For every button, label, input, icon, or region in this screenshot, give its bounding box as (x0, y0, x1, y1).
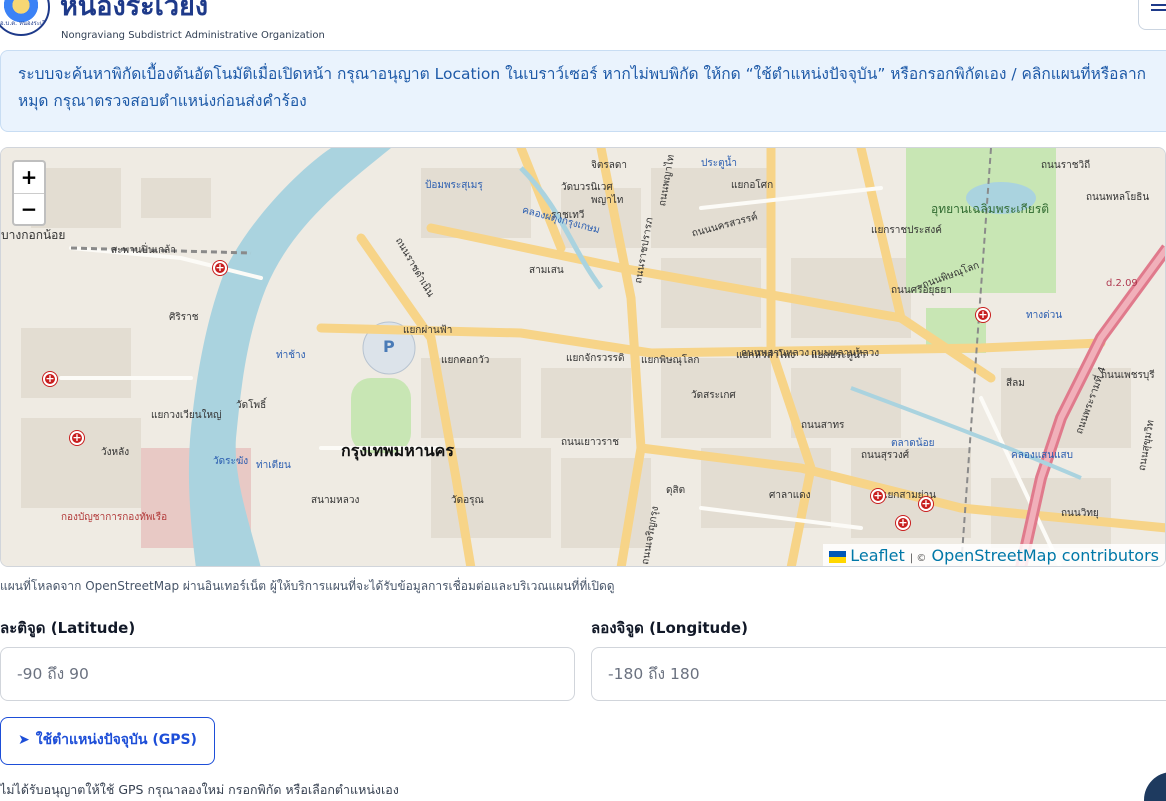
map-label-wongwianyai: แยกวงเวียนใหญ่ (151, 410, 222, 421)
map-label-ratchawithi: ถนนราชวิถี (1041, 160, 1091, 171)
zoom-out-button[interactable]: − (14, 193, 44, 224)
map-label-chit-lada: จิตรลดา (591, 160, 627, 171)
map-label-sanam-luang: สนามหลวง (311, 495, 360, 506)
map-label-khlong-saen-saep: คลองแสนแสบ (1011, 450, 1073, 461)
location-info-text: ระบบจะค้นหาพิกัดเบื้องต้นอัตโนมัติเมื่อเ… (18, 65, 1147, 110)
latitude-label: ละติจูด (Latitude) (0, 619, 136, 637)
hospital-icon[interactable]: + (871, 489, 885, 503)
map-label-bangkok-noi: บางกอกน้อย (1, 228, 66, 242)
map-label-yaek-asok: แยกอโศก (731, 180, 774, 191)
longitude-input[interactable] (591, 647, 1166, 701)
osm-link[interactable]: OpenStreetMap contributors (932, 546, 1160, 565)
latitude-input[interactable] (0, 647, 575, 701)
map-label-wireless: ถนนวิทยุ (1061, 508, 1099, 519)
map-label-sala-daeng: ศาลาแดง (769, 490, 811, 501)
map-label-d2-09: d.2.09 (1106, 278, 1138, 289)
gps-error-message: ไม่ได้รับอนุญาตให้ใช้ GPS กรุณาลองใหม่ ก… (0, 782, 399, 797)
location-arrow-icon: ➤ (18, 732, 30, 748)
map-label-ratchaprasong: แยกราชประสงค์ (871, 225, 942, 236)
map-label-sathorn: ถนนสาทร (801, 420, 845, 431)
map-label-phahonyothin: ถนนพหลโยธิน (1086, 192, 1150, 203)
map-label-pom-phra-sumen: ป้อมพระสุเมรุ (425, 180, 483, 191)
map-label-yaek-chakkrawat: แยกจักรวรรดิ (566, 353, 625, 364)
map-label-wang-lang: วังหลัง (101, 447, 130, 458)
org-logo[interactable]: อ.บ.ต. หนองระเวียง (0, 0, 50, 36)
map-label-lan-luang: ถนนหลานหลวง (811, 348, 880, 359)
map-label-tha-chang: ท่าช้าง (276, 350, 306, 361)
map-label-phaya-thai-area: พญาไท (591, 195, 624, 206)
location-info-alert: ระบบจะค้นหาพิกัดเบื้องต้นอัตโนมัติเมื่อเ… (0, 50, 1166, 132)
map-label-wat-saket: วัดสระเกศ (691, 390, 736, 401)
map-label-yaek-khok-wua: แยกคอกวัว (441, 355, 490, 366)
parking-icon: P (383, 337, 395, 356)
location-map[interactable]: กรุงเทพมหานคร P แยกผ่านฟ้า วัดสระเกศ แยก… (0, 147, 1166, 567)
hamburger-icon (1151, 4, 1166, 6)
use-gps-label: ใช้ตำแหน่งปัจจุบัน (GPS) (35, 732, 197, 748)
map-label-pratunam: ประตูน้ำ (701, 158, 738, 169)
hospital-icon[interactable]: + (919, 497, 933, 511)
hospital-icon[interactable]: + (896, 516, 910, 530)
hospital-icon[interactable]: + (976, 308, 990, 322)
menu-toggle-button[interactable] (1138, 0, 1166, 30)
org-subtitle: Nongraviang Subdistrict Administrative O… (61, 30, 325, 41)
map-label-wat-pho: วัดโพธิ์ (236, 400, 267, 411)
logo-text: อ.บ.ต. หนองระเวียง (0, 20, 50, 27)
map-label-bangkok: กรุงเทพมหานคร (341, 441, 454, 460)
map-label-tha-tian: ท่าเตียน (256, 460, 291, 471)
org-name[interactable]: หนองระเวียง (60, 0, 208, 24)
map-attribution: Leaflet | © OpenStreetMap contributors (823, 544, 1165, 566)
map-label-wat-bowon: วัดบวรนิเวศ (561, 182, 613, 193)
hospital-icon[interactable]: + (70, 431, 84, 445)
hamburger-icon (1151, 9, 1166, 11)
map-label-phetchaburi: ถนนเพชรบุรี (1101, 370, 1155, 381)
hospital-icon[interactable]: + (213, 261, 227, 275)
map-label-park: อุทยานเฉลิมพระเกียรติ (931, 202, 1050, 216)
floating-action-button[interactable] (1144, 772, 1166, 801)
ukraine-flag-icon (829, 550, 847, 563)
map-label-dusit: ดุสิต (666, 485, 686, 496)
map-label-yaowarat: ถนนเยาวราช (561, 437, 620, 448)
map-label-surawong: ถนนสุรวงศ์ (861, 450, 910, 461)
leaflet-link[interactable]: Leaflet (850, 546, 904, 565)
longitude-label: ลองจิจูด (Longitude) (591, 619, 748, 637)
hospital-icon[interactable]: + (43, 372, 57, 386)
map-label-yaek-phan-fa: แยกผ่านฟ้า (403, 325, 453, 336)
map-label-silom: สีลม (1006, 378, 1025, 389)
map-label-navy-hq: กองบัญชาการกองทัพเรือ (61, 512, 168, 523)
map-label-wat-rakhang: วัดระฆัง (213, 456, 249, 467)
map-label-lan-luang-2: ถนนหลานหลวง (741, 348, 810, 359)
map-label-wat-arun: วัดอรุณ (451, 495, 484, 506)
site-header: อ.บ.ต. หนองระเวียง หนองระเวียง Nongravia… (0, 0, 1166, 56)
attribution-separator: | © (909, 553, 927, 564)
use-gps-button[interactable]: ➤ ใช้ตำแหน่งปัจจุบัน (GPS) (0, 717, 215, 765)
zoom-in-button[interactable]: + (14, 162, 44, 193)
map-label-yaek-phitsanulok: แยกพิษณุโลก (641, 355, 700, 366)
zoom-control: + − (12, 160, 46, 226)
map-caption: แผนที่โหลดจาก OpenStreetMap ผ่านอินเทอร์… (0, 579, 615, 593)
map-label-samsen: สามเสน (529, 265, 564, 276)
map-label-siriraj: ศิริราช (169, 312, 199, 323)
map-label-pin-klao: สะพานปิ่นเกล้า (111, 245, 176, 256)
map-label-expressway: ทางด่วน (1026, 310, 1063, 321)
